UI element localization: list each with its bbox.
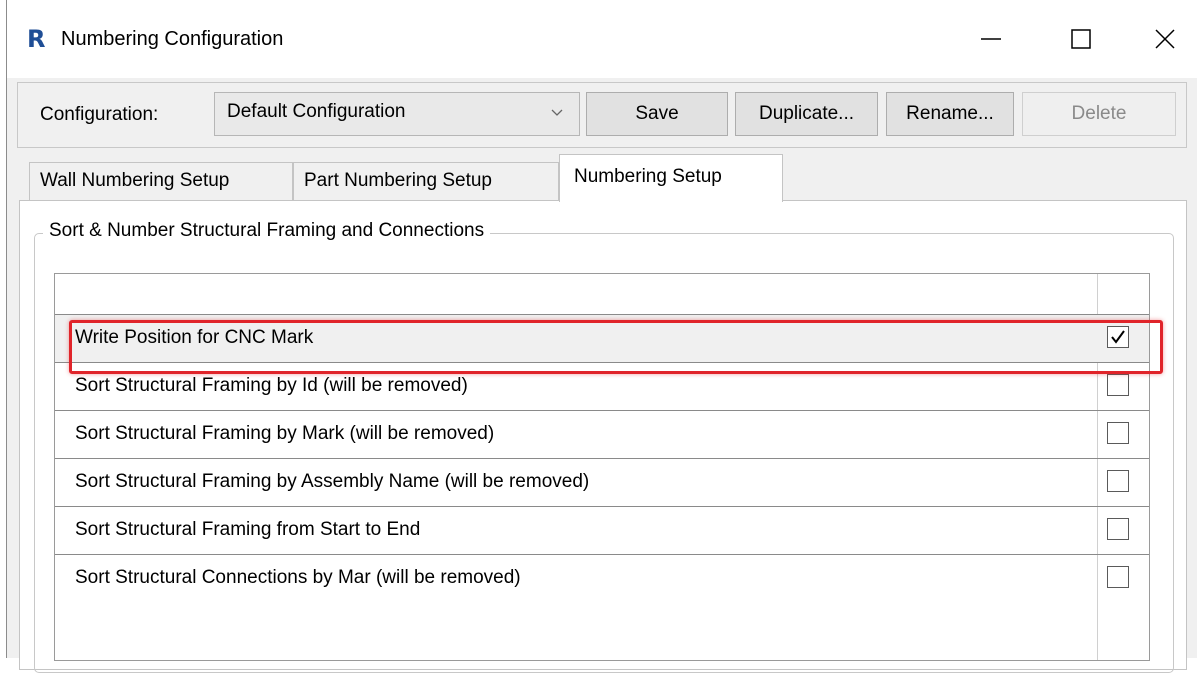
option-row-sort-connections-by-mar[interactable]: Sort Structural Connections by Mar (will…: [55, 554, 1149, 602]
grid-header: [55, 274, 1149, 315]
tab-part-numbering-setup[interactable]: Part Numbering Setup: [293, 162, 559, 200]
options-grid: Write Position for CNC Mark Sort Structu…: [54, 273, 1150, 661]
rename-button[interactable]: Rename...: [886, 92, 1014, 136]
tab-panel: Sort & Number Structural Framing and Con…: [19, 200, 1187, 673]
duplicate-button[interactable]: Duplicate...: [735, 92, 878, 136]
configuration-dropdown[interactable]: Default Configuration: [214, 92, 580, 136]
configuration-toolbar: Configuration: Default Configuration Sav…: [17, 82, 1187, 148]
option-row-sort-by-id[interactable]: Sort Structural Framing by Id (will be r…: [55, 362, 1149, 410]
revit-app-icon: R: [27, 25, 46, 53]
window-title: Numbering Configuration: [61, 28, 284, 50]
minimize-button[interactable]: [961, 14, 1021, 64]
configuration-value: Default Configuration: [227, 101, 406, 122]
delete-button[interactable]: Delete: [1022, 92, 1176, 136]
maximize-icon: [1071, 29, 1091, 49]
tab-wall-numbering-setup[interactable]: Wall Numbering Setup: [29, 162, 293, 200]
option-row-sort-by-assembly-name[interactable]: Sort Structural Framing by Assembly Name…: [55, 458, 1149, 506]
option-label: Write Position for CNC Mark: [75, 327, 314, 348]
maximize-button[interactable]: [1051, 14, 1111, 64]
save-button[interactable]: Save: [586, 92, 728, 136]
option-checkbox[interactable]: [1107, 470, 1129, 492]
close-icon: [1155, 29, 1175, 49]
checkmark-icon: [1111, 330, 1125, 344]
option-label: Sort Structural Framing by Id (will be r…: [75, 375, 468, 396]
tab-numbering-setup[interactable]: Numbering Setup: [559, 154, 783, 202]
option-checkbox[interactable]: [1107, 326, 1129, 348]
close-button[interactable]: [1135, 14, 1195, 64]
option-checkbox[interactable]: [1107, 518, 1129, 540]
option-checkbox[interactable]: [1107, 422, 1129, 444]
option-label: Sort Structural Framing by Mark (will be…: [75, 423, 495, 444]
option-label: Sort Structural Connections by Mar (will…: [75, 567, 521, 588]
option-label: Sort Structural Framing by Assembly Name…: [75, 471, 590, 492]
option-checkbox[interactable]: [1107, 374, 1129, 396]
option-label: Sort Structural Framing from Start to En…: [75, 519, 421, 540]
option-row-write-position[interactable]: Write Position for CNC Mark: [55, 314, 1149, 362]
minimize-icon: [981, 38, 1001, 40]
option-row-sort-start-to-end[interactable]: Sort Structural Framing from Start to En…: [55, 506, 1149, 554]
option-row-sort-by-mark[interactable]: Sort Structural Framing by Mark (will be…: [55, 410, 1149, 458]
option-checkbox[interactable]: [1107, 566, 1129, 588]
chevron-down-icon: [551, 109, 563, 116]
group-title: Sort & Number Structural Framing and Con…: [43, 220, 491, 242]
configuration-label: Configuration:: [40, 104, 159, 125]
numbering-configuration-window: R Numbering Configuration Configuration:…: [6, 0, 1197, 673]
title-bar: R Numbering Configuration: [7, 0, 1197, 78]
